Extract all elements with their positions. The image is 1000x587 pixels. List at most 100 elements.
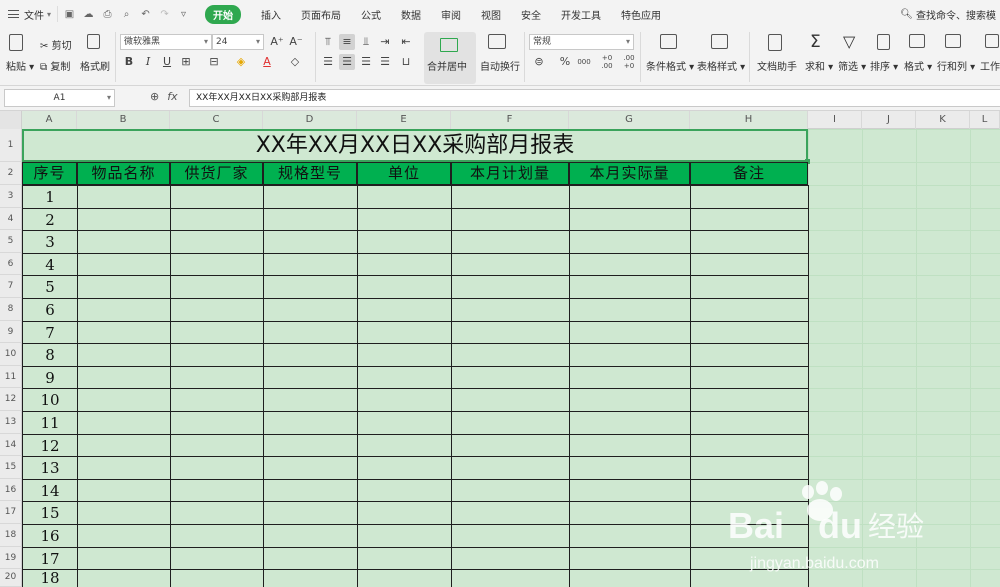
table-cell[interactable] [263, 456, 358, 480]
column-header-D[interactable]: D [263, 111, 357, 129]
indent-icon[interactable]: ⇥ [377, 34, 393, 50]
serial-cell[interactable]: 17 [22, 546, 78, 571]
table-cell[interactable] [690, 252, 809, 277]
cut-button[interactable]: ✂ 剪切 [40, 37, 72, 52]
table-cell[interactable] [690, 524, 809, 548]
table-cell[interactable] [690, 343, 809, 367]
table-cell[interactable] [77, 365, 171, 390]
align-center-icon[interactable]: ☰ [339, 54, 355, 70]
column-header-A[interactable]: A [22, 111, 77, 129]
table-cell[interactable] [263, 411, 358, 435]
worksheet-icon[interactable] [985, 34, 999, 51]
thousands-button[interactable]: 000 [576, 54, 592, 70]
table-cell[interactable] [357, 343, 452, 367]
table-cell[interactable] [77, 546, 171, 571]
table-cell[interactable] [357, 298, 452, 322]
table-header-cell[interactable]: 本月计划量 [451, 162, 569, 185]
table-cell[interactable] [451, 388, 570, 412]
tab-developer[interactable]: 开发工具 [551, 0, 611, 28]
table-cell[interactable] [451, 185, 570, 209]
zoom-icon[interactable]: ⊕ [150, 90, 159, 103]
serial-cell[interactable]: 14 [22, 478, 78, 503]
table-cell[interactable] [357, 433, 452, 458]
table-header-cell[interactable]: 规格型号 [263, 162, 357, 185]
filter-icon[interactable]: ▽ [843, 32, 855, 51]
column-header-F[interactable]: F [451, 111, 569, 129]
underline-button[interactable]: U [159, 54, 175, 70]
table-cell[interactable] [77, 501, 171, 525]
serial-cell[interactable]: 18 [22, 569, 78, 587]
table-cell[interactable] [569, 546, 691, 571]
table-cell[interactable] [170, 298, 264, 322]
table-style-button[interactable]: 表格样式 ▾ [697, 58, 745, 73]
row-header-17[interactable]: 17 [0, 501, 22, 524]
table-cell[interactable] [569, 343, 691, 367]
table-cell[interactable] [170, 275, 264, 299]
table-cell[interactable] [263, 298, 358, 322]
table-cell[interactable] [451, 275, 570, 299]
wrap-text-icon[interactable] [488, 34, 506, 52]
table-cell[interactable] [690, 456, 809, 480]
cell-style-icon[interactable]: ⊟ [206, 54, 222, 70]
row-header-20[interactable]: 20 [0, 569, 22, 587]
table-cell[interactable] [451, 298, 570, 322]
table-cell[interactable] [690, 298, 809, 322]
column-header-I[interactable]: I [808, 111, 862, 129]
table-header-cell[interactable]: 序号 [22, 162, 77, 185]
table-cell[interactable] [77, 207, 171, 232]
worksheet-button[interactable]: 工作 [980, 58, 1000, 73]
column-header-E[interactable]: E [357, 111, 451, 129]
outdent-icon[interactable]: ⇤ [398, 34, 414, 50]
row-header-19[interactable]: 19 [0, 546, 22, 570]
table-cell[interactable] [170, 207, 264, 232]
table-cell[interactable] [569, 275, 691, 299]
sort-button[interactable]: 排序 ▾ [870, 58, 898, 73]
row-header-7[interactable]: 7 [0, 275, 22, 298]
table-cell[interactable] [690, 569, 809, 587]
table-cell[interactable] [357, 524, 452, 548]
wrap-text-button[interactable]: 自动换行 [480, 58, 520, 73]
column-header-C[interactable]: C [170, 111, 263, 129]
conditional-format-icon[interactable] [660, 34, 677, 52]
table-cell[interactable] [569, 388, 691, 412]
decrease-decimal-button[interactable]: .00 +0 [619, 54, 639, 70]
table-cell[interactable] [170, 388, 264, 412]
table-header-cell[interactable]: 单位 [357, 162, 451, 185]
table-cell[interactable] [690, 365, 809, 390]
row-header-2[interactable]: 2 [0, 162, 22, 185]
table-cell[interactable] [690, 275, 809, 299]
cloud-icon[interactable]: ☁ [83, 9, 94, 20]
paste-button[interactable]: 粘贴 ▾ [6, 58, 34, 73]
command-search[interactable]: 🔍︎ 查找命令、搜索模 [900, 0, 1000, 28]
table-cell[interactable] [357, 456, 452, 480]
serial-cell[interactable]: 10 [22, 388, 78, 412]
table-cell[interactable] [569, 252, 691, 277]
table-cell[interactable] [690, 433, 809, 458]
table-cell[interactable] [451, 433, 570, 458]
table-cell[interactable] [451, 478, 570, 503]
table-cell[interactable] [451, 456, 570, 480]
table-cell[interactable] [77, 252, 171, 277]
tab-insert[interactable]: 插入 [251, 0, 291, 28]
serial-cell[interactable]: 11 [22, 411, 78, 435]
increase-font-icon[interactable]: A⁺ [269, 34, 285, 50]
row-header-6[interactable]: 6 [0, 252, 22, 276]
table-cell[interactable] [170, 546, 264, 571]
file-menu[interactable]: 文件 ▾ [0, 4, 57, 24]
table-cell[interactable] [690, 207, 809, 232]
table-cell[interactable] [451, 320, 570, 345]
row-header-14[interactable]: 14 [0, 433, 22, 457]
serial-cell[interactable]: 6 [22, 298, 78, 322]
table-cell[interactable] [357, 207, 452, 232]
number-format-select[interactable]: 常规 [529, 34, 634, 50]
column-header-H[interactable]: H [690, 111, 808, 129]
table-cell[interactable] [569, 365, 691, 390]
rows-cols-button[interactable]: 行和列 ▾ [937, 58, 975, 73]
table-cell[interactable] [451, 252, 570, 277]
align-middle-icon[interactable]: ≡ [339, 34, 355, 50]
tab-home[interactable]: 开始 [195, 0, 251, 28]
merge-center-button[interactable]: 合并居中 [424, 32, 476, 84]
table-cell[interactable] [170, 456, 264, 480]
table-cell[interactable] [77, 320, 171, 345]
row-header-10[interactable]: 10 [0, 343, 22, 366]
